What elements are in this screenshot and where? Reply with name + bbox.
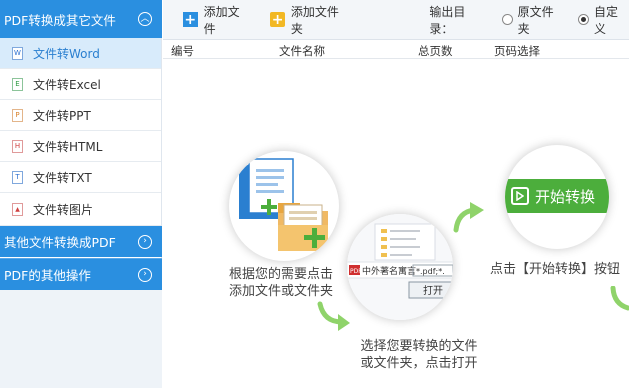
section-label: PDF的其他操作 bbox=[4, 268, 91, 283]
step2-text: 选择您要转换的文件 或文件夹，点击打开 bbox=[348, 338, 490, 372]
chevron-right-icon: › bbox=[138, 234, 152, 249]
add-file-folder-icon bbox=[239, 158, 328, 251]
dialog-filename: 中外著名寓言 bbox=[362, 265, 416, 277]
radio-custom-folder[interactable]: 自定义 bbox=[578, 3, 629, 37]
radio-unchecked-icon bbox=[501, 14, 513, 25]
radio-label: 原文件夹 bbox=[517, 4, 554, 36]
step3-illustration: 开始转换 bbox=[505, 145, 609, 249]
image-file-icon: ▲ bbox=[12, 202, 23, 216]
column-header-filename[interactable]: 文件名称 bbox=[279, 43, 325, 59]
dialog-open-button: 打开 bbox=[423, 284, 443, 297]
sidebar-item-label: 文件转PPT bbox=[33, 108, 91, 123]
step1-illustration bbox=[229, 151, 339, 261]
section-label: PDF转换成其它文件 bbox=[4, 12, 116, 28]
add-file-icon: + bbox=[183, 11, 198, 28]
output-dir-label: 输出目录： bbox=[429, 4, 466, 36]
word-file-icon: W bbox=[12, 46, 23, 60]
radio-checked-icon bbox=[578, 14, 590, 25]
toolbar: + 添加文件 + 添加文件夹 输出目录： 原文件夹 自定义 bbox=[163, 0, 629, 40]
column-header-number[interactable]: 编号 bbox=[171, 43, 194, 59]
sidebar-item-label: 文件转Excel bbox=[33, 77, 101, 92]
section-pdf-to-other[interactable]: PDF转换成其它文件 ︿ bbox=[0, 0, 162, 38]
add-folder-button[interactable]: + 添加文件夹 bbox=[270, 3, 349, 37]
add-file-label: 添加文件 bbox=[203, 4, 240, 36]
ppt-file-icon: P bbox=[12, 108, 23, 122]
green-arrow-icon bbox=[453, 202, 484, 233]
column-header-pages[interactable]: 总页数 bbox=[418, 43, 453, 59]
add-folder-icon: + bbox=[270, 11, 285, 28]
start-convert-button-preview: 开始转换 bbox=[505, 179, 609, 213]
green-arrow-icon bbox=[317, 301, 350, 331]
section-label: 其他文件转换成PDF bbox=[4, 235, 116, 250]
sidebar: PDF转换成其它文件 ︿ W 文件转Word E 文件转Excel P 文件转P… bbox=[0, 0, 162, 388]
step1-text: 根据您的需要点击 添加文件或文件夹 bbox=[219, 266, 343, 300]
chevron-up-icon: ︿ bbox=[138, 12, 152, 26]
step2-line2: 或文件夹，点击打开 bbox=[360, 356, 478, 371]
sidebar-item-txt[interactable]: T 文件转TXT bbox=[0, 162, 161, 193]
green-arrow-icon bbox=[610, 286, 629, 311]
sidebar-item-word[interactable]: W 文件转Word bbox=[0, 38, 161, 69]
sidebar-item-label: 文件转HTML bbox=[33, 139, 103, 154]
step3-text: 点击【开始转换】按钮 bbox=[490, 262, 621, 277]
step2-illustration: PDF 中外著名寓言 *.pdf;*. 打开 bbox=[347, 214, 453, 320]
column-header-page-select[interactable]: 页码选择 bbox=[494, 43, 540, 59]
sidebar-item-excel[interactable]: E 文件转Excel bbox=[0, 69, 161, 100]
open-dialog-icon: PDF 中外著名寓言 *.pdf;*. 打开 bbox=[347, 214, 453, 320]
radio-label: 自定义 bbox=[594, 4, 619, 36]
sidebar-item-label: 文件转Word bbox=[33, 46, 100, 61]
section-other-to-pdf[interactable]: 其他文件转换成PDF › bbox=[0, 226, 162, 257]
chevron-right-icon: › bbox=[138, 267, 152, 282]
excel-file-icon: E bbox=[12, 77, 23, 91]
step2-line1: 选择您要转换的文件 bbox=[360, 339, 478, 354]
add-file-button[interactable]: + 添加文件 bbox=[183, 3, 250, 37]
section-pdf-other-ops[interactable]: PDF的其他操作 › bbox=[0, 258, 162, 290]
step1-line1: 根据您的需要点击 bbox=[228, 267, 333, 282]
file-table-header: 编号 文件名称 总页数 页码选择 bbox=[163, 41, 629, 59]
dialog-filter: *.pdf;*. bbox=[416, 267, 445, 276]
sidebar-item-label: 文件转图片 bbox=[33, 202, 94, 217]
start-convert-label: 开始转换 bbox=[535, 187, 596, 206]
svg-text:PDF: PDF bbox=[350, 268, 362, 275]
sidebar-empty-area bbox=[0, 290, 162, 388]
txt-file-icon: T bbox=[12, 170, 23, 184]
sidebar-item-html[interactable]: H 文件转HTML bbox=[0, 131, 161, 162]
radio-original-folder[interactable]: 原文件夹 bbox=[501, 3, 564, 37]
sidebar-item-image[interactable]: ▲ 文件转图片 bbox=[0, 193, 161, 226]
add-folder-label: 添加文件夹 bbox=[290, 4, 339, 36]
step1-line2: 添加文件或文件夹 bbox=[228, 284, 333, 299]
sidebar-item-label: 文件转TXT bbox=[33, 170, 92, 185]
play-icon bbox=[511, 187, 529, 205]
sidebar-item-ppt[interactable]: P 文件转PPT bbox=[0, 100, 161, 131]
html-file-icon: H bbox=[12, 139, 23, 153]
